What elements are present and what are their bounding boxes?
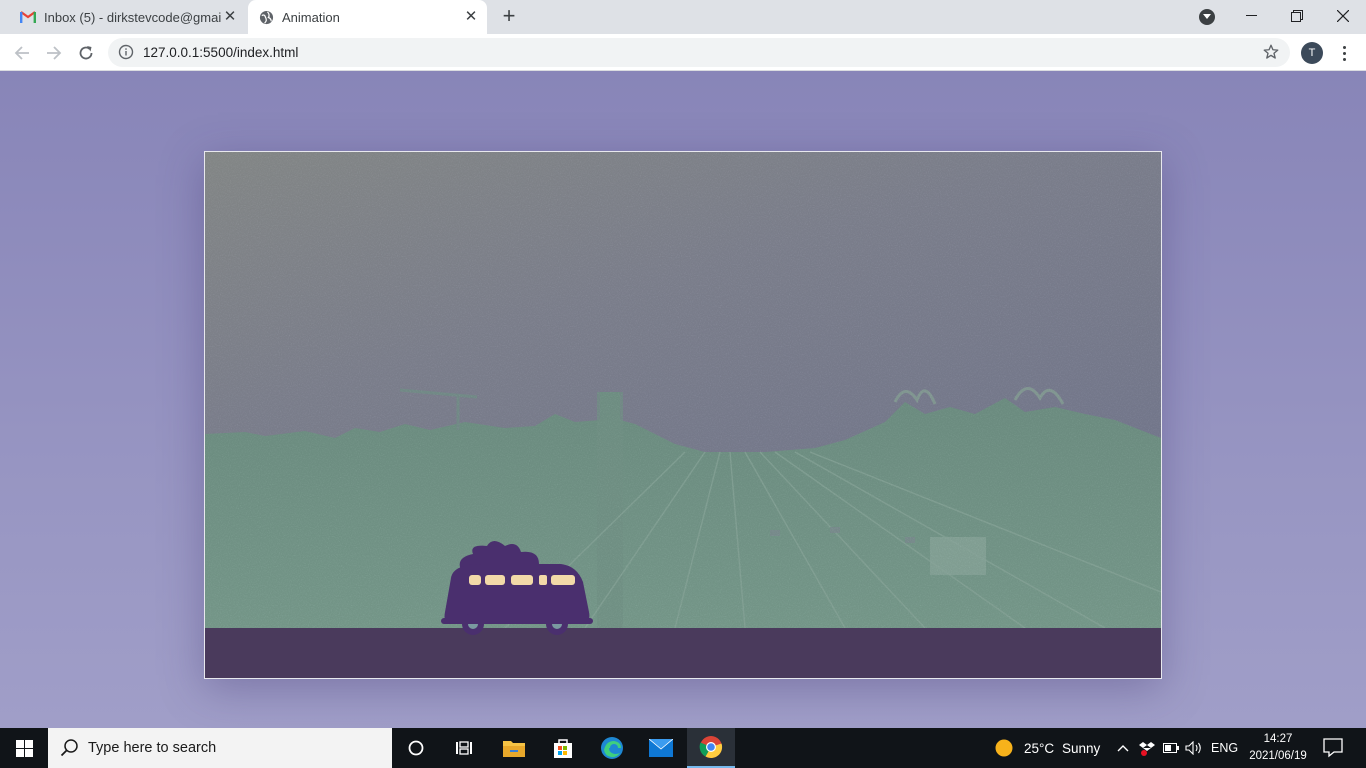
info-icon[interactable] xyxy=(118,44,134,60)
clock-time: 14:27 xyxy=(1263,733,1293,745)
system-clock[interactable]: 14:27 2021/06/19 xyxy=(1244,731,1312,765)
profile-avatar[interactable]: T xyxy=(1301,42,1323,64)
new-tab-button[interactable]: + xyxy=(498,5,520,28)
edge-icon[interactable] xyxy=(588,728,636,768)
chevron-down-icon[interactable] xyxy=(1199,9,1215,25)
battery-icon[interactable] xyxy=(1160,728,1182,768)
notification-center-icon[interactable] xyxy=(1322,736,1344,758)
taskbar-search[interactable]: Type here to search xyxy=(48,728,392,768)
search-placeholder: Type here to search xyxy=(88,740,217,756)
mail-icon[interactable] xyxy=(637,728,685,768)
gmail-icon xyxy=(20,9,36,25)
close-tab-icon[interactable]: ✕ xyxy=(463,9,479,25)
task-view-icon[interactable] xyxy=(440,728,488,768)
chrome-icon[interactable] xyxy=(687,728,735,768)
clock-date: 2021/06/19 xyxy=(1249,750,1307,762)
browser-tab-bar: Inbox (5) - dirkstevcode@gmail.c ✕ Anima… xyxy=(0,0,1366,34)
weather-sun-icon[interactable] xyxy=(988,728,1020,768)
bookmark-star-icon[interactable] xyxy=(1262,43,1280,61)
volume-icon[interactable] xyxy=(1183,728,1205,768)
reload-button[interactable] xyxy=(74,41,98,65)
forward-button[interactable] xyxy=(42,41,66,65)
dropbox-sync-icon[interactable] xyxy=(1136,728,1158,768)
cortana-icon[interactable] xyxy=(392,728,440,768)
browser-toolbar: 127.0.0.1:5500/index.html T xyxy=(0,34,1366,71)
search-icon xyxy=(60,738,80,758)
url-text: 127.0.0.1:5500/index.html xyxy=(143,45,299,60)
weather-temperature[interactable]: 25°C xyxy=(1024,728,1054,768)
windows-logo-icon xyxy=(15,739,33,757)
globe-icon xyxy=(258,9,274,25)
close-window-button[interactable] xyxy=(1320,0,1366,32)
tab-title: Animation xyxy=(282,9,340,25)
start-button[interactable] xyxy=(0,728,48,768)
tab-gmail-inbox[interactable]: Inbox (5) - dirkstevcode@gmail.c ✕ xyxy=(10,0,246,34)
page-viewport xyxy=(0,71,1366,728)
windows-taskbar: Type here to search 25°C Sunny ENG 14:27… xyxy=(0,728,1366,768)
animation-scene xyxy=(204,151,1162,679)
minimize-button[interactable] xyxy=(1228,0,1274,32)
close-tab-icon[interactable]: ✕ xyxy=(222,9,238,25)
road xyxy=(205,628,1161,678)
store-icon[interactable] xyxy=(539,728,587,768)
tab-title: Inbox (5) - dirkstevcode@gmail.c xyxy=(44,9,222,25)
chevron-up-icon[interactable] xyxy=(1112,728,1134,768)
file-explorer-icon[interactable] xyxy=(490,728,538,768)
tab-animation[interactable]: Animation ✕ xyxy=(248,0,487,34)
language-indicator[interactable]: ENG xyxy=(1211,728,1238,768)
restore-button[interactable] xyxy=(1274,0,1320,32)
more-menu-icon[interactable] xyxy=(1336,42,1352,64)
back-button[interactable] xyxy=(10,41,34,65)
address-bar[interactable]: 127.0.0.1:5500/index.html xyxy=(108,38,1290,67)
weather-condition[interactable]: Sunny xyxy=(1062,728,1100,768)
